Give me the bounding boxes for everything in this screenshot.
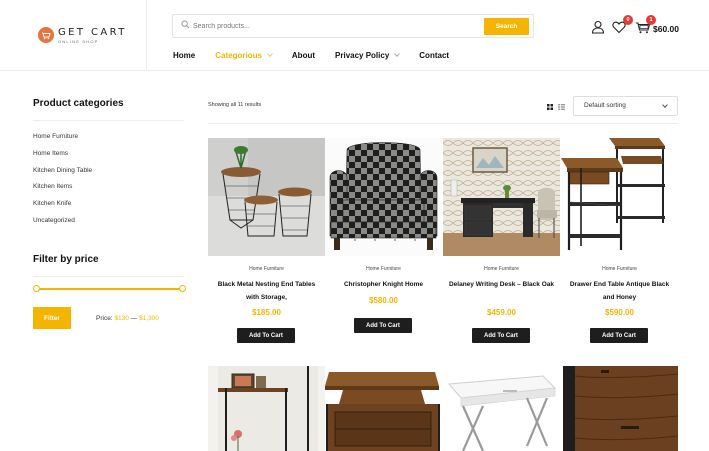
nav-about[interactable]: About bbox=[292, 51, 315, 60]
chevron-down-icon bbox=[394, 50, 401, 57]
product-image[interactable] bbox=[208, 366, 325, 451]
nav-privacy-label: Privacy Policy bbox=[335, 50, 390, 60]
categories-heading: Product categories bbox=[33, 98, 124, 109]
cart-total[interactable]: $60.00 bbox=[653, 24, 679, 34]
search-bar: Search bbox=[172, 14, 534, 38]
product-image[interactable] bbox=[561, 366, 678, 451]
nav-home[interactable]: Home bbox=[173, 51, 195, 60]
price-max: $1,300 bbox=[139, 315, 159, 322]
nav-about-label: About bbox=[291, 50, 316, 60]
nav-categories-label: Categorious bbox=[215, 50, 262, 60]
divider bbox=[33, 120, 184, 121]
nav-contact-label: Contact bbox=[419, 50, 450, 60]
product-image[interactable] bbox=[208, 138, 325, 256]
filter-button[interactable]: Filter bbox=[33, 307, 71, 329]
category-list: Home Furniture Home Items Kitchen Dining… bbox=[33, 133, 92, 234]
product-title[interactable]: Drawer End Table Antique Black and Honey bbox=[565, 279, 674, 304]
product-category[interactable]: Home Furniture bbox=[561, 266, 678, 272]
price-slider-track[interactable] bbox=[36, 288, 182, 290]
sort-select[interactable]: Default sorting bbox=[573, 96, 678, 116]
category-link[interactable]: Kitchen Dining Table bbox=[33, 167, 92, 184]
category-link[interactable]: Home Items bbox=[33, 150, 92, 167]
search-button[interactable]: Search bbox=[484, 18, 529, 35]
sort-value: Default sorting bbox=[584, 102, 626, 109]
product-image[interactable] bbox=[443, 366, 560, 451]
site-header: GET CART ONLINE SHOP Search Home Categor… bbox=[0, 0, 709, 71]
result-count: Showing all 11 results bbox=[208, 102, 262, 108]
price-range-text: Price: $130 — $1,300 bbox=[96, 315, 159, 322]
add-to-cart-button[interactable]: Add To Cart bbox=[590, 328, 648, 343]
list-view-icon[interactable] bbox=[558, 104, 565, 110]
logo-tagline: ONLINE SHOP bbox=[58, 39, 99, 44]
product-price: $590.00 bbox=[605, 308, 634, 317]
divider bbox=[208, 123, 678, 124]
chevron-down-icon bbox=[662, 102, 668, 108]
product-price: $459.00 bbox=[487, 308, 516, 317]
logo[interactable]: GET CART ONLINE SHOP bbox=[0, 0, 147, 71]
nav-categories[interactable]: Categorious bbox=[215, 50, 273, 60]
chevron-down-icon bbox=[267, 50, 273, 57]
wishlist-count-badge: 0 bbox=[623, 15, 633, 25]
nav-home-label: Home bbox=[173, 50, 196, 60]
price-slider-max-handle[interactable] bbox=[178, 285, 186, 292]
add-to-cart-button[interactable]: Add To Cart bbox=[354, 318, 412, 333]
category-link[interactable]: Kitchen Items bbox=[33, 183, 92, 200]
product-image[interactable] bbox=[325, 366, 442, 451]
price-separator: — bbox=[130, 315, 138, 322]
price-slider-min-handle[interactable] bbox=[32, 285, 40, 292]
logo-name: GET CART bbox=[58, 27, 127, 38]
add-to-cart-button[interactable]: Add To Cart bbox=[472, 328, 530, 343]
product-category[interactable]: Home Furniture bbox=[443, 266, 560, 272]
product-title[interactable]: Black Metal Nesting End Tables with Stor… bbox=[212, 279, 321, 304]
category-link[interactable]: Kitchen Knife bbox=[33, 200, 92, 217]
product-image[interactable] bbox=[325, 138, 442, 256]
grid-view-icon[interactable] bbox=[547, 104, 553, 110]
product-category[interactable]: Home Furniture bbox=[325, 266, 442, 272]
logo-icon bbox=[38, 27, 54, 43]
main-nav: Home Categorious About Privacy Policy Co… bbox=[173, 49, 469, 61]
category-link[interactable]: Home Furniture bbox=[33, 133, 92, 150]
product-category[interactable]: Home Furniture bbox=[208, 266, 325, 272]
price-filter-heading: Filter by price bbox=[33, 254, 99, 265]
user-icon[interactable] bbox=[591, 20, 605, 34]
search-icon bbox=[181, 20, 190, 29]
price-min: $130 bbox=[114, 315, 129, 322]
product-price: $185.00 bbox=[252, 308, 281, 317]
price-prefix: Price: bbox=[96, 315, 113, 322]
product-title[interactable]: Delaney Writing Desk – Black Oak bbox=[447, 279, 556, 292]
product-price: $580.00 bbox=[369, 296, 398, 305]
search-input[interactable] bbox=[193, 18, 463, 34]
add-to-cart-button[interactable]: Add To Cart bbox=[237, 328, 295, 343]
nav-privacy-policy[interactable]: Privacy Policy bbox=[335, 50, 401, 60]
product-image[interactable] bbox=[443, 138, 560, 256]
product-title[interactable]: Christopher Knight Home bbox=[329, 279, 438, 292]
nav-contact[interactable]: Contact bbox=[419, 51, 449, 60]
divider bbox=[33, 276, 184, 277]
category-link[interactable]: Uncategorized bbox=[33, 217, 92, 234]
product-image[interactable] bbox=[561, 138, 678, 256]
